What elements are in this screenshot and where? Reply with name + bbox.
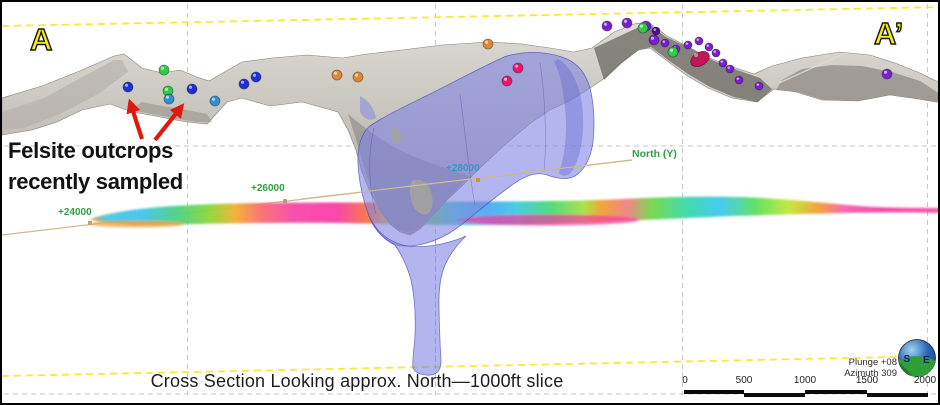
collar-point-highlight <box>165 88 168 91</box>
collar-point-purple[interactable] <box>712 49 720 57</box>
collar-point-orange[interactable] <box>353 72 363 82</box>
collar-point-darkpurple[interactable] <box>652 27 660 35</box>
collar-point-highlight <box>697 38 700 41</box>
collar-point-lightblue[interactable] <box>164 94 174 104</box>
collar-point-purple[interactable] <box>684 41 692 49</box>
collar-point-highlight <box>721 60 724 63</box>
collar-point-pink[interactable] <box>502 76 512 86</box>
collar-point-highlight <box>241 81 244 84</box>
north-axis-label: North (Y) <box>632 148 677 160</box>
collar-point-highlight <box>714 50 717 53</box>
collar-point-highlight <box>686 42 689 45</box>
scene-svg: S E <box>2 2 940 405</box>
collar-point-highlight <box>355 74 358 77</box>
collar-point-highlight <box>125 84 128 87</box>
orientation-globe[interactable]: S E <box>899 340 936 377</box>
collar-point-highlight <box>651 37 654 40</box>
grade-slice <box>89 197 940 228</box>
collar-point-blue[interactable] <box>239 79 249 89</box>
collar-point-purple[interactable] <box>735 76 743 84</box>
collar-point-highlight <box>884 71 887 74</box>
scale-bar-segment <box>684 390 744 394</box>
collar-point-highlight <box>654 28 657 31</box>
scale-tick-1500: 1500 <box>856 375 878 386</box>
collar-point-highlight <box>161 67 164 70</box>
collar-point-purple[interactable] <box>755 82 763 90</box>
axis-tick-26000 <box>283 199 287 203</box>
scale-bar-segment <box>805 390 867 394</box>
scale-bar <box>684 390 929 398</box>
collar-point-purple[interactable] <box>695 37 703 45</box>
collar-point-highlight <box>334 72 337 75</box>
collar-point-purple[interactable] <box>719 59 727 67</box>
collar-point-highlight <box>707 44 710 47</box>
felsite-annotation: Felsite outcrops recently sampled <box>8 135 183 197</box>
collar-point-pink[interactable] <box>513 63 523 73</box>
collar-point-highlight <box>728 66 731 69</box>
axis-label-26000: +26000 <box>251 183 285 194</box>
collar-point-highlight <box>504 78 507 81</box>
section-label-a: A <box>30 22 52 58</box>
grade-slice-orange-fringe <box>89 221 185 228</box>
collar-point-highlight <box>212 98 215 101</box>
scale-tick-1000: 1000 <box>794 375 816 386</box>
orientation-globe-east-label: E <box>923 355 930 366</box>
collar-point-highlight <box>604 23 607 26</box>
scale-tick-0: 0 <box>682 375 688 386</box>
collar-point-blue[interactable] <box>187 84 197 94</box>
collar-point-purple[interactable] <box>661 39 669 47</box>
collar-point-highlight <box>737 77 740 80</box>
slice-boundary-top <box>2 7 940 26</box>
collar-point-purple[interactable] <box>882 69 892 79</box>
collar-point-highlight <box>663 40 666 43</box>
collar-point-green[interactable] <box>668 47 678 57</box>
axis-label-24000: +24000 <box>58 207 92 218</box>
collar-point-highlight <box>624 20 627 23</box>
collar-point-blue[interactable] <box>251 72 261 82</box>
topography-shade-hump <box>776 65 940 102</box>
figure-caption: Cross Section Looking approx. North—1000… <box>132 371 582 392</box>
collar-point-green[interactable] <box>159 65 169 75</box>
felsite-annotation-line2: recently sampled <box>8 166 183 197</box>
scale-bar-segment <box>867 393 928 397</box>
collar-point-lightblue[interactable] <box>210 96 220 106</box>
collar-point-highlight <box>166 96 169 99</box>
collar-point-highlight <box>640 25 643 28</box>
axis-tick-28000 <box>476 178 480 182</box>
orientation-globe-south-label: S <box>904 354 911 365</box>
grade-slice-magenta-blob <box>455 215 639 226</box>
collar-point-purple[interactable] <box>602 21 612 31</box>
scale-tick-2000: 2000 <box>914 375 936 386</box>
collar-point-highlight <box>253 74 256 77</box>
collar-point-highlight <box>189 86 192 89</box>
collar-point-orange[interactable] <box>483 39 493 49</box>
collar-point-green[interactable] <box>638 23 648 33</box>
collar-point-purple[interactable] <box>622 18 632 28</box>
collar-point-highlight <box>515 65 518 68</box>
section-label-a-prime: A’ <box>874 16 903 52</box>
collar-point-orange[interactable] <box>332 70 342 80</box>
collar-point-blue[interactable] <box>123 82 133 92</box>
collar-point-purple[interactable] <box>726 65 734 73</box>
scale-bar-segment <box>744 393 805 397</box>
axis-label-28000: +28000 <box>446 163 480 174</box>
scale-tick-500: 500 <box>736 375 753 386</box>
collar-point-purple[interactable] <box>649 35 659 45</box>
felsite-annotation-line1: Felsite outcrops <box>8 135 183 166</box>
viewport: S E A A’ Felsite outcrops recently sampl… <box>0 0 940 405</box>
collar-point-highlight <box>757 83 760 86</box>
collar-point-purple[interactable] <box>705 43 713 51</box>
collar-point-highlight <box>485 41 488 44</box>
collar-point-highlight <box>670 49 673 52</box>
plunge-readout: Plunge +08 <box>792 357 897 368</box>
